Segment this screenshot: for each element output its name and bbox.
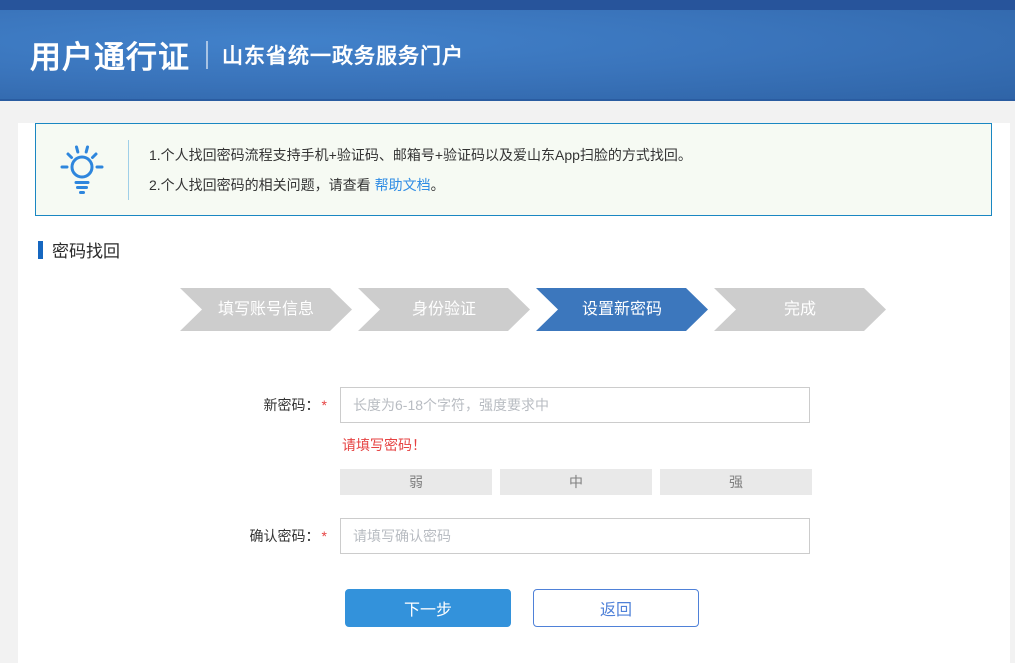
page-title: 密码找回	[52, 237, 120, 262]
step-fill-account-info: 填写账号信息	[180, 288, 352, 331]
new-password-input[interactable]	[340, 387, 810, 423]
required-asterisk: *	[322, 528, 327, 544]
strength-weak: 弱	[340, 469, 492, 495]
section-title-row: 密码找回	[38, 237, 1010, 262]
password-error-message: 请填写密码！	[342, 435, 1010, 455]
lightbulb-icon	[36, 143, 128, 197]
notice-line-2-suffix: 。	[431, 177, 445, 193]
page-header: 用户通行证 山东省统一政务服务门户	[0, 0, 1015, 103]
required-asterisk: *	[322, 397, 327, 413]
step-complete: 完成	[714, 288, 886, 331]
new-password-label: 新密码：*	[18, 395, 340, 415]
password-strength-meter: 弱 中 强	[340, 469, 812, 495]
header-banner: 用户通行证 山东省统一政务服务门户	[0, 10, 1015, 101]
site-title: 用户通行证	[30, 32, 190, 77]
back-button[interactable]: 返回	[533, 589, 699, 627]
site-subtitle: 山东省统一政务服务门户	[222, 40, 464, 70]
content-card: 1.个人找回密码流程支持手机+验证码、邮箱号+验证码以及爱山东App扫脸的方式找…	[18, 123, 1010, 663]
notice-line-2: 2.个人找回密码的相关问题，请查看 帮助文档。	[149, 170, 692, 200]
notice-divider	[128, 140, 129, 200]
section-accent-bar	[38, 241, 43, 259]
step-indicator: 填写账号信息 身份验证 设置新密码 完成	[180, 288, 1010, 331]
step-set-new-password: 设置新密码	[536, 288, 708, 331]
confirm-password-label: 确认密码：*	[18, 526, 340, 546]
strength-medium: 中	[500, 469, 652, 495]
password-form: 新密码：* 请填写密码！ 弱 中 强 确认密码：* 下一步 返回	[18, 387, 1010, 627]
confirm-password-row: 确认密码：*	[18, 518, 1010, 554]
header-divider	[206, 41, 208, 69]
new-password-row: 新密码：*	[18, 387, 1010, 423]
strength-strong: 强	[660, 469, 812, 495]
form-actions: 下一步 返回	[345, 589, 1010, 627]
confirm-password-input[interactable]	[340, 518, 810, 554]
next-step-button[interactable]: 下一步	[345, 589, 511, 627]
notice-line-2-text: 2.个人找回密码的相关问题，请查看	[149, 177, 375, 193]
step-identity-verification: 身份验证	[358, 288, 530, 331]
notice-line-1: 1.个人找回密码流程支持手机+验证码、邮箱号+验证码以及爱山东App扫脸的方式找…	[149, 140, 692, 170]
help-doc-link[interactable]: 帮助文档	[375, 177, 431, 193]
header-top-strip	[0, 0, 1015, 10]
notice-box: 1.个人找回密码流程支持手机+验证码、邮箱号+验证码以及爱山东App扫脸的方式找…	[35, 123, 992, 216]
